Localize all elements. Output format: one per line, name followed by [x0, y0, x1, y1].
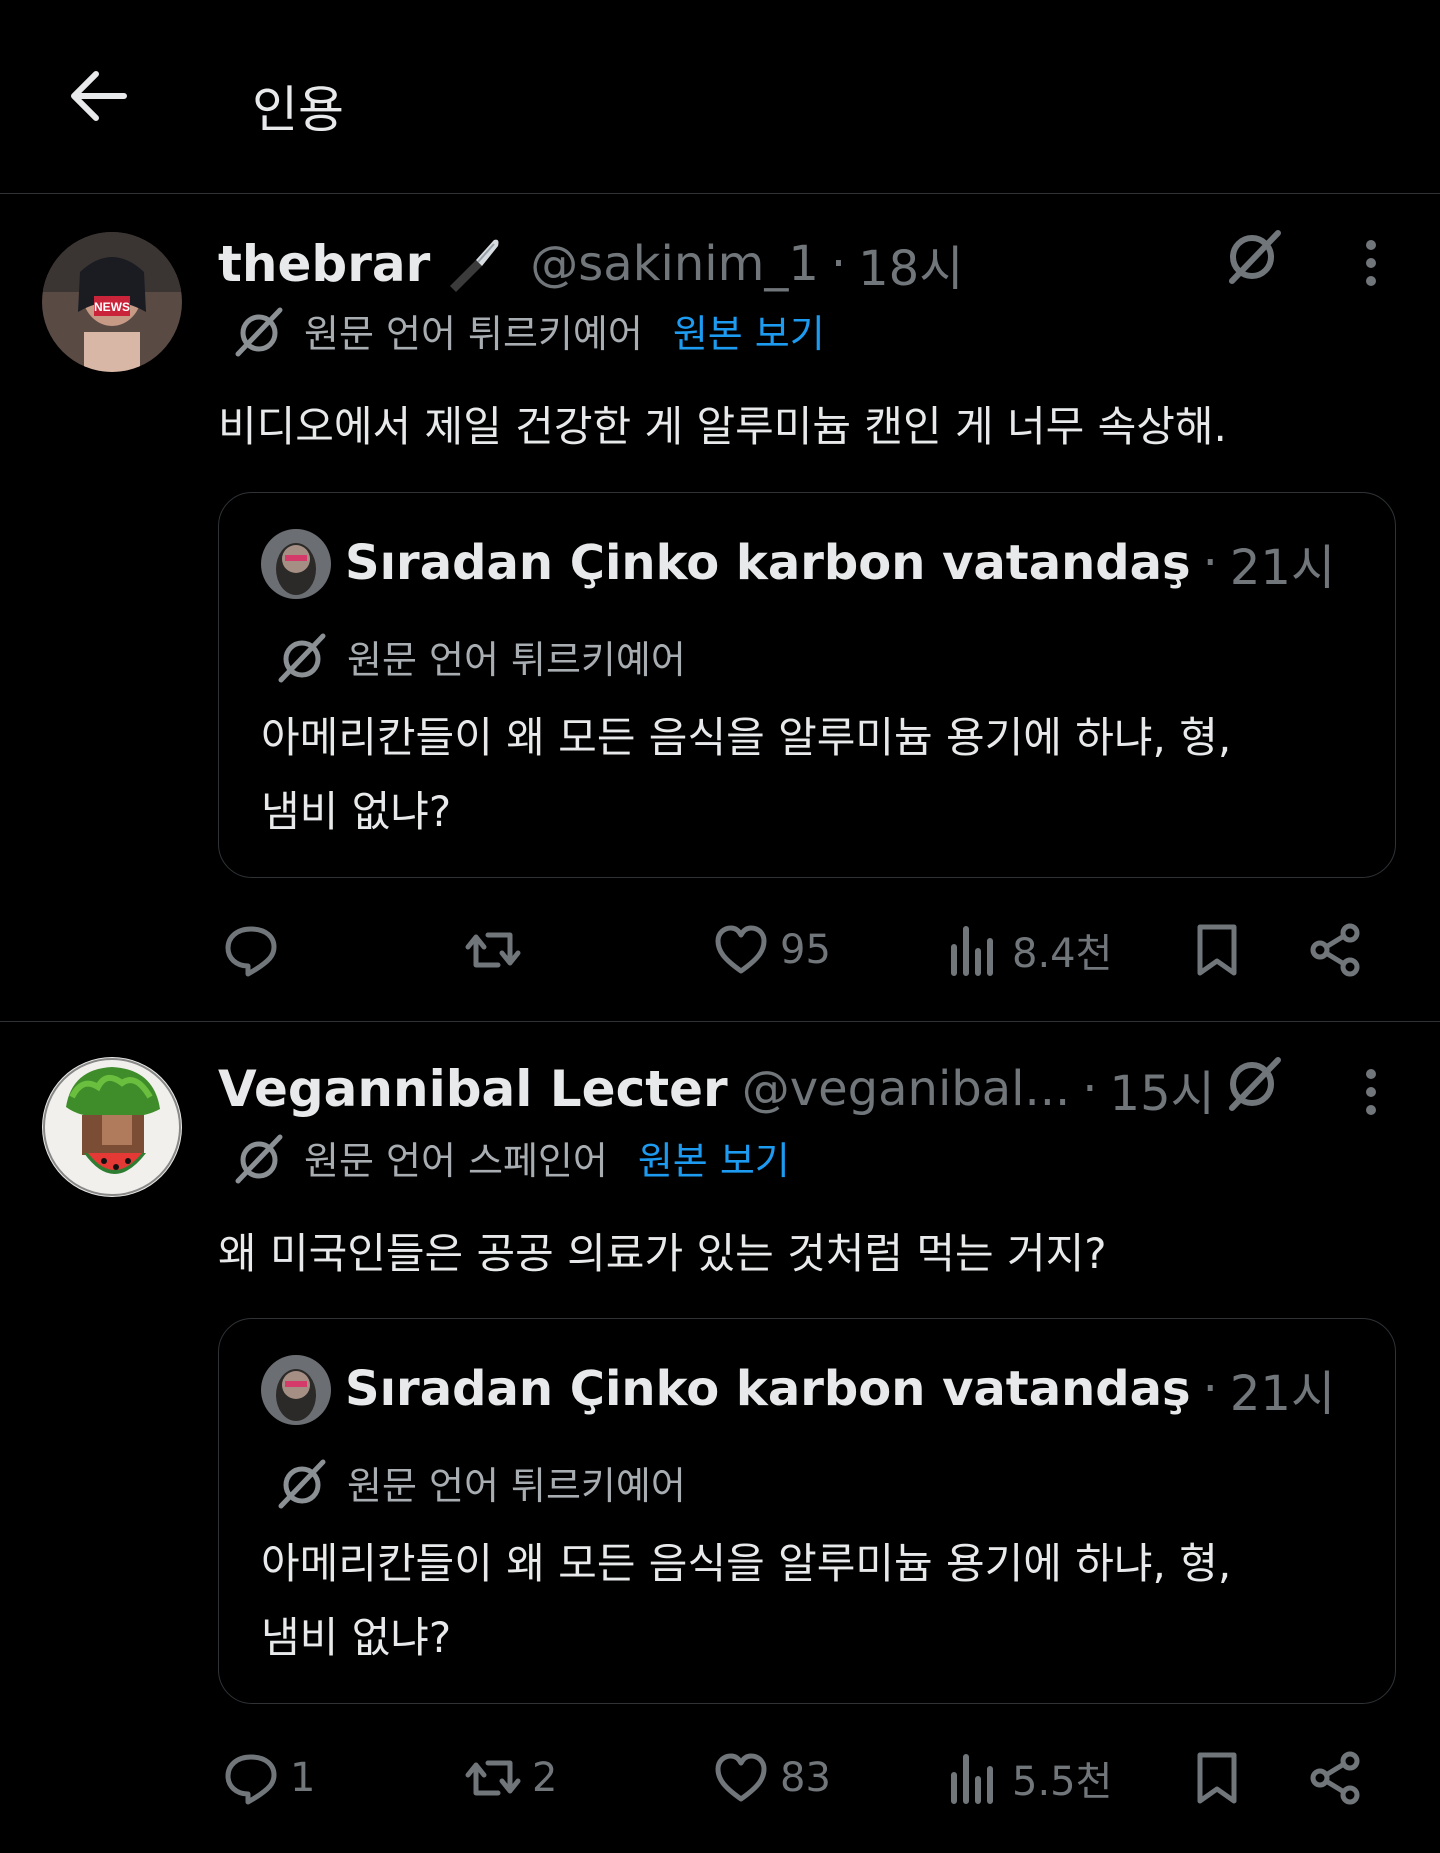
bookmark-button[interactable]: [1188, 910, 1246, 990]
views-icon: [951, 1754, 993, 1804]
show-original-link[interactable]: 원본 보기: [638, 1130, 790, 1185]
like-heart-icon: [715, 925, 767, 974]
dot-separator: ·: [1202, 1361, 1218, 1417]
dot-separator: ·: [1202, 535, 1218, 591]
grok-slash-icon: [275, 630, 329, 684]
retweet-count: 2: [532, 1755, 558, 1801]
view-count: 8.4천: [1012, 931, 1113, 977]
avatar[interactable]: [42, 1057, 182, 1197]
tweet-text: 왜 미국인들은 공공 의료가 있는 것처럼 먹는 거지?: [218, 1229, 1107, 1278]
tweet-author-row: Vegannibal Lecter @veganibal... · 15시: [218, 1054, 1215, 1124]
dot-separator: ·: [830, 236, 847, 292]
reply-icon: [225, 1754, 277, 1805]
action-bar: 1 2 83 5.5천: [0, 1738, 1440, 1818]
tweet-2[interactable]: Vegannibal Lecter @veganibal... · 15시 원문…: [0, 1022, 1440, 1853]
grok-slash-icon[interactable]: [1224, 1052, 1284, 1112]
views-button[interactable]: 5.5천: [944, 1738, 1112, 1818]
timestamp[interactable]: 18시: [858, 229, 963, 299]
original-language-label: 원문 언어 스페인어: [304, 1139, 608, 1183]
quoted-text-line-1: 아메리칸들이 왜 모든 음식을 알루미늄 용기에 하냐, 형,: [261, 713, 1232, 762]
top-header: 인용: [0, 0, 1440, 194]
original-language-label: 원문 언어 튀르키예어: [347, 1464, 686, 1508]
quoted-author-row: Sıradan Çinko karbon vatandaş · 21시: [345, 1353, 1335, 1425]
avatar-badge-text: NEWS: [94, 300, 130, 314]
share-button[interactable]: [1306, 1738, 1364, 1818]
retweet-button[interactable]: 2: [464, 1738, 557, 1818]
translation-row: 원문 언어 스페인어 원본 보기: [232, 1130, 790, 1185]
grok-slash-icon[interactable]: [1224, 225, 1284, 285]
quoted-text-line-2: 냄비 없냐?: [261, 787, 452, 836]
tweet-author-row: thebrar @sakinim_1 · 18시: [218, 229, 963, 299]
quoted-author-name: Sıradan Çinko karbon vatandaş: [345, 1361, 1191, 1417]
back-arrow-icon[interactable]: [66, 64, 130, 128]
timestamp[interactable]: 15시: [1110, 1054, 1215, 1124]
author-name[interactable]: thebrar: [218, 235, 430, 293]
quoted-tweet-text: 아메리칸들이 왜 모든 음식을 알루미늄 용기에 하냐, 형, 냄비 없냐?: [261, 1527, 1231, 1675]
more-vertical-icon[interactable]: [1356, 1062, 1386, 1122]
author-name[interactable]: Vegannibal Lecter: [218, 1060, 728, 1118]
reply-button[interactable]: [222, 910, 290, 990]
author-handle[interactable]: @veganibal...: [742, 1061, 1071, 1117]
grok-slash-icon: [275, 1456, 329, 1510]
view-count: 5.5천: [1012, 1759, 1113, 1805]
share-icon: [1310, 923, 1360, 977]
retweet-icon: [465, 1760, 521, 1796]
views-icon: [951, 926, 993, 976]
page-title: 인용: [252, 81, 344, 139]
bookmark-icon: [1197, 924, 1237, 976]
grok-slash-icon: [232, 304, 286, 358]
quoted-avatar: [261, 1355, 331, 1425]
quoted-tweet[interactable]: Sıradan Çinko karbon vatandaş · 21시 원문 언…: [218, 492, 1396, 878]
like-count: 83: [780, 1755, 831, 1801]
views-button[interactable]: 8.4천: [944, 910, 1112, 990]
grok-slash-icon: [232, 1131, 286, 1185]
tweet-1[interactable]: NEWS thebrar @sakinim_1 · 18시 원문 언어 튀르키예…: [0, 195, 1440, 1022]
quoted-tweet[interactable]: Sıradan Çinko karbon vatandaş · 21시 원문 언…: [218, 1318, 1396, 1704]
translation-row: 원문 언어 튀르키예어 원본 보기: [232, 303, 825, 358]
bookmark-button[interactable]: [1188, 1738, 1246, 1818]
avatar[interactable]: NEWS: [42, 232, 182, 372]
like-button[interactable]: 95: [712, 910, 831, 990]
quoted-tweet-text: 아메리칸들이 왜 모든 음식을 알루미늄 용기에 하냐, 형, 냄비 없냐?: [261, 701, 1231, 849]
share-icon: [1310, 1751, 1360, 1805]
reply-icon: [225, 926, 277, 977]
quoted-translation-row: 원문 언어 튀르키예어: [275, 629, 686, 684]
original-language-label: 원문 언어 튀르키예어: [347, 638, 686, 682]
quoted-avatar: [261, 529, 331, 599]
more-vertical-icon[interactable]: [1356, 233, 1386, 293]
retweet-icon: [465, 932, 521, 968]
quoted-author-name: Sıradan Çinko karbon vatandaş: [345, 535, 1191, 591]
knife-emoji-icon: [442, 234, 502, 294]
like-heart-icon: [715, 1753, 767, 1802]
reply-count: 1: [290, 1755, 316, 1801]
original-language-label: 원문 언어 튀르키예어: [304, 312, 643, 356]
quoted-timestamp: 21시: [1229, 1366, 1336, 1422]
action-bar: 95 8.4천: [0, 910, 1440, 990]
quoted-text-line-1: 아메리칸들이 왜 모든 음식을 알루미늄 용기에 하냐, 형,: [261, 1539, 1232, 1588]
quoted-timestamp: 21시: [1229, 540, 1336, 596]
quoted-text-line-2: 냄비 없냐?: [261, 1613, 452, 1662]
reply-button[interactable]: 1: [222, 1738, 315, 1818]
like-button[interactable]: 83: [712, 1738, 831, 1818]
bookmark-icon: [1197, 1752, 1237, 1804]
author-handle[interactable]: @sakinim_1: [530, 236, 819, 292]
share-button[interactable]: [1306, 910, 1364, 990]
dot-separator: ·: [1082, 1061, 1098, 1117]
tweet-text: 비디오에서 제일 건강한 게 알루미늄 캔인 게 너무 속상해.: [218, 402, 1227, 451]
show-original-link[interactable]: 원본 보기: [673, 303, 825, 358]
like-count: 95: [780, 927, 831, 973]
quoted-author-row: Sıradan Çinko karbon vatandaş · 21시: [345, 527, 1335, 599]
quoted-translation-row: 원문 언어 튀르키예어: [275, 1455, 686, 1510]
retweet-button[interactable]: [464, 910, 532, 990]
